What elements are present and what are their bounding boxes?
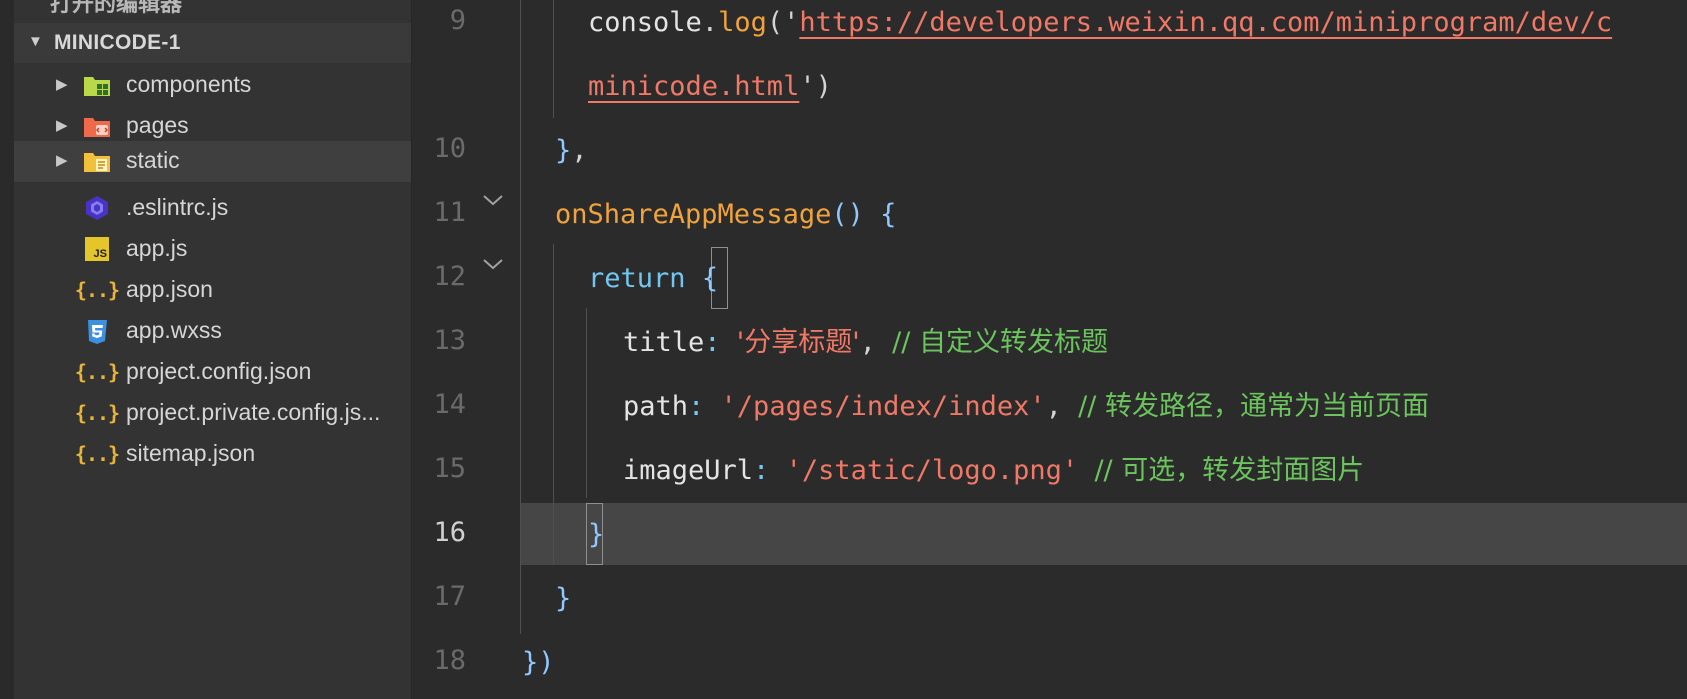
json-file-icon: {..} [74, 360, 120, 384]
tree-item-app-wxss[interactable]: app.wxss [14, 309, 412, 353]
line-number: 14 [433, 389, 466, 420]
workspace-title: MINICODE-1 [54, 31, 181, 54]
tree-item-label: sitemap.json [126, 440, 256, 466]
tree-item-static[interactable]: ▶ static [14, 141, 412, 182]
code-line-10[interactable]: }, [555, 119, 588, 183]
json-file-icon: {..} [74, 442, 120, 466]
eslint-icon [82, 194, 112, 222]
code-line-13[interactable]: title: '分享标题', // 自定义转发标题 [623, 311, 1108, 375]
tree-item-label: components [126, 71, 252, 97]
code-line-12[interactable]: return { [588, 247, 718, 311]
line-number: 11 [433, 197, 466, 228]
code-editor[interactable]: 9 10 11 12 13 14 15 16 17 18 console.log… [412, 0, 1687, 699]
fold-chevron-icon[interactable] [482, 252, 504, 276]
code-line-15[interactable]: imageUrl: '/static/logo.png' // 可选，转发封面图… [623, 439, 1364, 503]
tree-item-label: .eslintrc.js [126, 194, 229, 220]
indent-guide [553, 244, 554, 564]
line-number: 13 [433, 325, 466, 356]
tree-item-eslintrc[interactable]: .eslintrc.js [14, 186, 412, 230]
line-number: 12 [433, 261, 466, 292]
pages-folder-icon [82, 112, 112, 140]
tree-item-components[interactable]: ▶ components [14, 63, 412, 107]
json-file-icon: {..} [74, 401, 120, 425]
indent-guide [553, 0, 554, 118]
tree-item-label: project.private.config.js... [126, 399, 381, 425]
workspace-section-header[interactable]: ▼ MINICODE-1 [14, 23, 412, 63]
css-file-icon [82, 317, 112, 345]
components-folder-icon [82, 71, 112, 99]
code-line-9[interactable]: console.log('https://developers.weixin.q… [588, 0, 1612, 55]
explorer-sidebar: 打开的编辑器 ▼ MINICODE-1 ▶ components ▶ pages… [0, 0, 412, 699]
javascript-file-icon: JS [82, 235, 112, 263]
indent-guide [520, 0, 521, 634]
code-line-17[interactable]: } [555, 567, 571, 631]
json-file-icon: {..} [74, 278, 120, 302]
url-link: minicode.html [588, 71, 800, 102]
line-number: 10 [433, 133, 466, 164]
static-folder-icon [82, 147, 112, 175]
chevron-right-icon[interactable]: ▶ [56, 75, 68, 93]
open-editors-header[interactable]: 打开的编辑器 [50, 0, 182, 18]
chevron-right-icon[interactable]: ▶ [56, 151, 68, 169]
code-line-18[interactable]: }) [522, 631, 555, 695]
line-number: 17 [433, 581, 466, 612]
line-number: 9 [449, 5, 466, 36]
indent-guide [586, 308, 587, 498]
line-number: 15 [433, 453, 466, 484]
tree-item-app-js[interactable]: JS app.js [14, 227, 412, 271]
code-line-16[interactable]: } [588, 503, 604, 567]
code-line-14[interactable]: path: '/pages/index/index', // 转发路径，通常为当… [623, 375, 1429, 439]
tree-item-sitemap[interactable]: {..} sitemap.json [14, 432, 412, 476]
tree-item-label: static [126, 147, 180, 173]
tree-item-label: app.wxss [126, 317, 222, 343]
line-number: 18 [433, 645, 466, 676]
activity-bar-edge [0, 0, 14, 699]
tree-item-label: app.js [126, 235, 188, 261]
tree-item-label: project.config.json [126, 358, 312, 384]
line-number-active: 16 [433, 517, 466, 548]
chevron-down-icon: ▼ [28, 33, 43, 50]
code-line-9-wrap[interactable]: minicode.html') [588, 55, 832, 119]
current-line-highlight [520, 503, 1687, 565]
tree-item-project-private-config[interactable]: {..} project.private.config.js... [14, 391, 412, 435]
fold-chevron-icon[interactable] [482, 188, 504, 212]
tree-item-label: pages [126, 112, 189, 138]
chevron-right-icon[interactable]: ▶ [56, 116, 68, 134]
code-line-11[interactable]: onShareAppMessage() { [555, 183, 896, 247]
url-link: https://developers.weixin.qq.com/minipro… [799, 7, 1613, 38]
tree-item-project-config[interactable]: {..} project.config.json [14, 350, 412, 394]
tree-item-label: app.json [126, 276, 213, 302]
tree-item-app-json[interactable]: {..} app.json [14, 268, 412, 312]
